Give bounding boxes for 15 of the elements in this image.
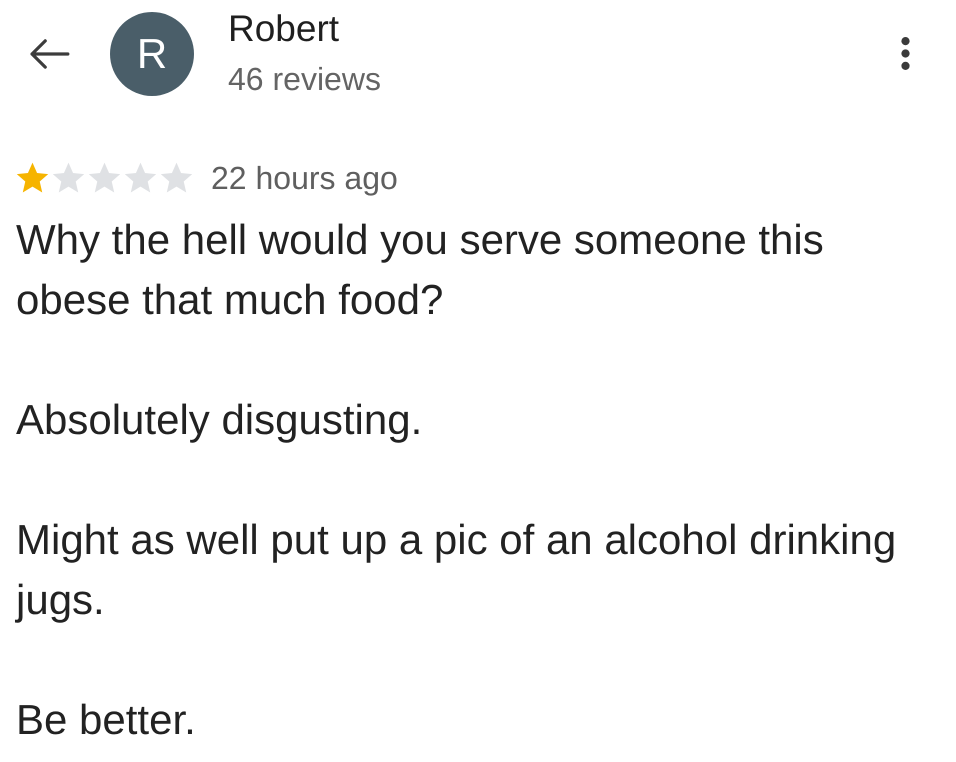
back-arrow-icon[interactable] — [28, 38, 70, 70]
more-menu-icon[interactable] — [900, 36, 911, 71]
empty-star-icon — [160, 162, 193, 194]
review-paragraph: Why the hell would you serve someone this obese that much food? — [16, 215, 825, 325]
review-paragraph: Absolutely disgusting. — [16, 395, 424, 445]
review-count: 46 reviews — [228, 61, 381, 97]
empty-star-icon — [52, 162, 85, 194]
avatar: R — [110, 12, 194, 96]
review-paragraph: Might as well put up a pic of an alcohol drinking jugs. — [16, 515, 898, 625]
empty-star-icon — [88, 162, 121, 194]
filled-star-icon — [16, 162, 49, 194]
review-time: 22 hours ago — [211, 160, 398, 196]
reviewer-name[interactable]: Robert — [228, 9, 340, 49]
empty-star-icon — [124, 162, 157, 194]
review-paragraph: Be better. — [16, 695, 197, 745]
